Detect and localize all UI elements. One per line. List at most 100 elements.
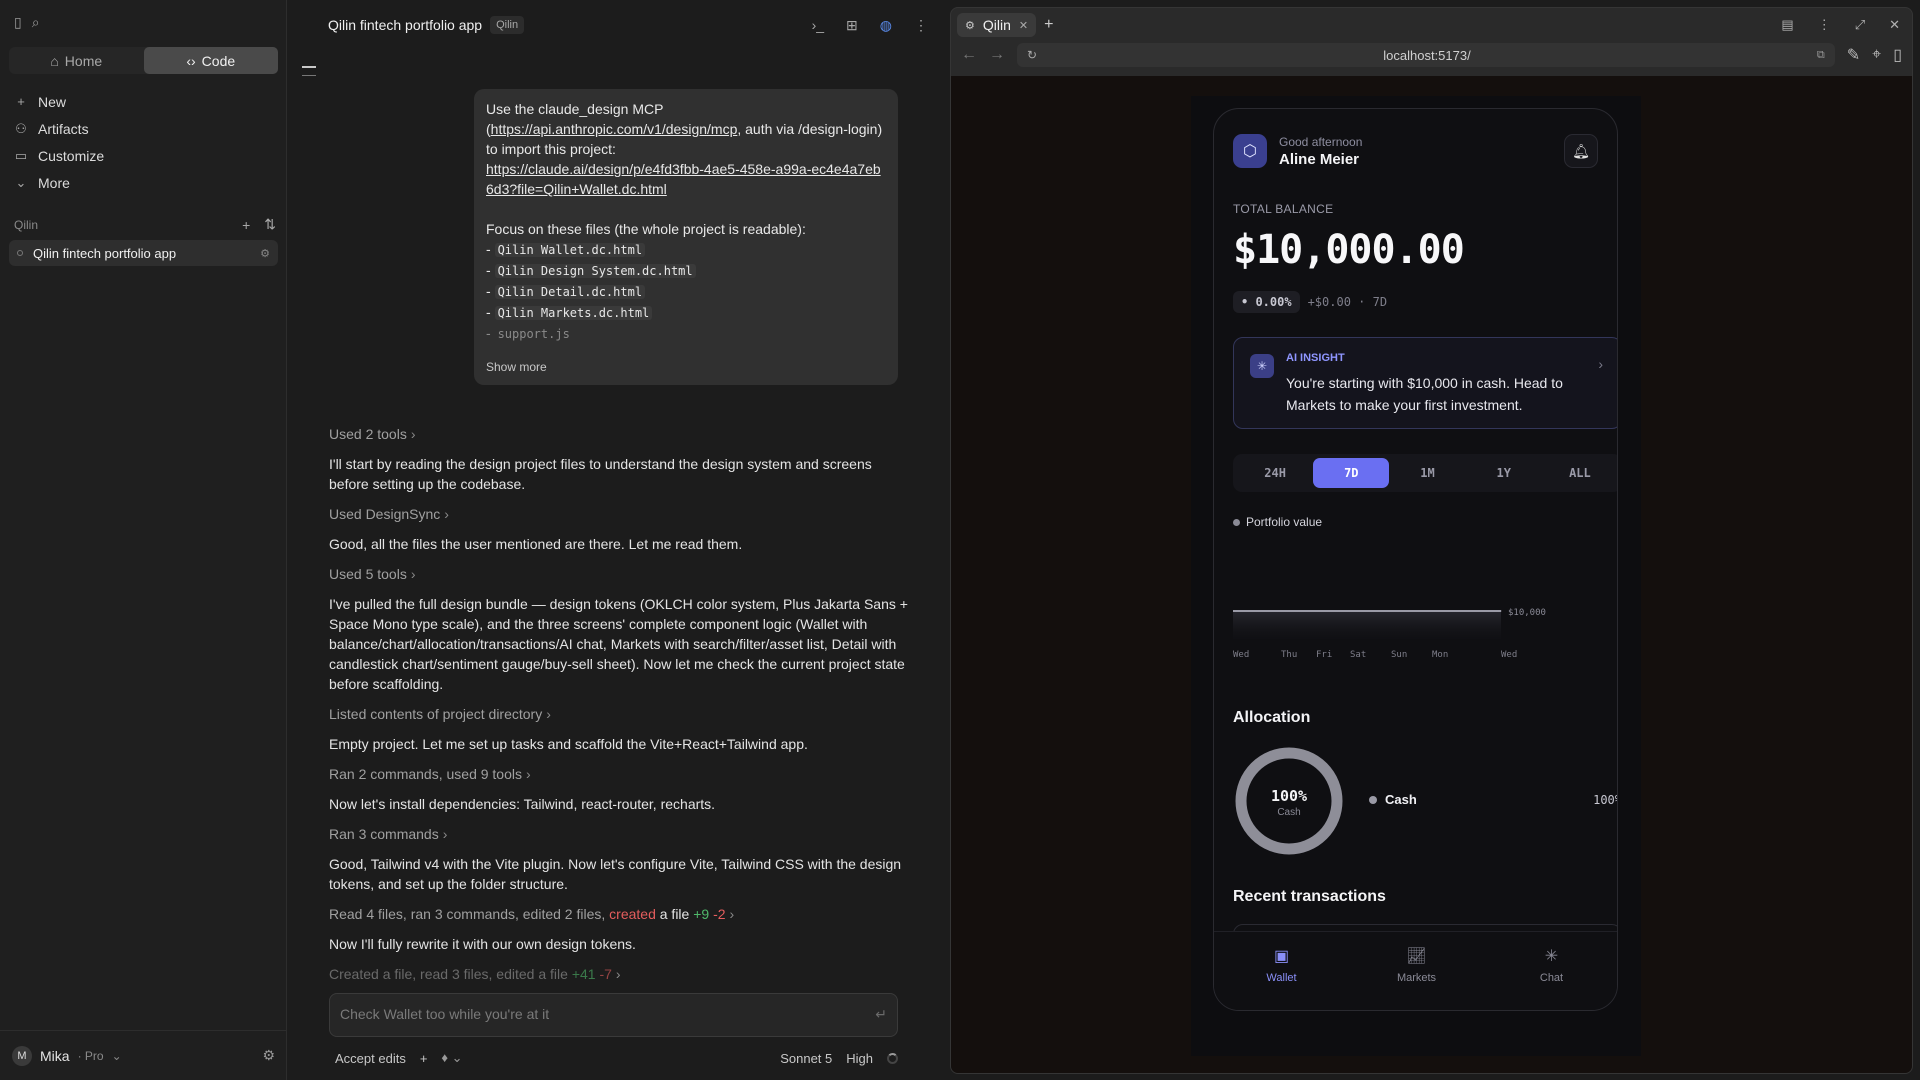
chart-legend: Portfolio value (1233, 515, 1322, 529)
chart-point (1315, 610, 1317, 612)
status-dot-icon (17, 250, 23, 256)
mcp-link[interactable]: https://api.anthropic.com/v1/design/mcp (491, 121, 738, 137)
chevron-right-icon: › (546, 706, 551, 722)
allocation-dot (1369, 795, 1377, 804)
y-tick-label: $10,000 (1508, 608, 1546, 618)
period-all[interactable]: ALL (1542, 458, 1617, 488)
mic-icon[interactable]: ♦ ⌄ (441, 1050, 462, 1066)
sparkle-icon: ✳ (1250, 354, 1274, 378)
plus-icon[interactable]: + (420, 1051, 428, 1066)
code-mode-button[interactable]: ‹› Code (143, 47, 278, 74)
chart-point (1500, 610, 1502, 612)
chart-area (1233, 611, 1501, 639)
reload-icon[interactable]: ↻ (1027, 48, 1037, 62)
browser-viewport: ⬡ Good afternoon Aline Meier 🔔︎ TOTAL BA… (951, 76, 1912, 1073)
close-icon[interactable]: ✕ (1019, 19, 1028, 32)
device-icon[interactable]: ▯ (1893, 45, 1902, 65)
tool-summary[interactable]: Used 2 tools › (329, 424, 909, 444)
chart-point (1431, 610, 1433, 612)
sidebar-item-new[interactable]: + New (14, 88, 274, 115)
address-bar[interactable]: ↻ localhost:5173/ ⧉ (1017, 43, 1835, 67)
project-tag[interactable]: Qilin (490, 16, 525, 34)
message-input[interactable]: Check Wallet too while you're at it ↵ (329, 993, 898, 1037)
mode-switcher: ⌂ Home ‹› Code (9, 47, 278, 74)
tool-summary[interactable]: Ran 2 commands, used 9 tools › (329, 764, 909, 784)
sidebar-item-artifacts[interactable]: ⚇ Artifacts (14, 115, 274, 142)
balance-label: TOTAL BALANCE (1233, 202, 1334, 216)
assistant-message: Now let's install dependencies: Tailwind… (329, 796, 716, 812)
show-more-button[interactable]: Show more (486, 357, 547, 377)
inspect-icon[interactable]: ⌖ (1872, 46, 1881, 64)
expand-icon[interactable]: ⤢ (1855, 17, 1865, 33)
nav-chat[interactable]: ✳ Chat (1484, 932, 1617, 1010)
x-tick-label: Thu (1281, 650, 1297, 660)
design-link[interactable]: https://claude.ai/design/p/e4fd3fbb-4ae5… (486, 159, 886, 199)
more-options-icon[interactable]: ⋮ (914, 17, 928, 34)
nav-markets[interactable]: 📈︎ Markets (1349, 932, 1484, 1010)
globe-icon[interactable]: ◍ (880, 17, 892, 34)
tool-summary[interactable]: Ran 3 commands › (329, 824, 909, 844)
sidebar-toggle-icon[interactable]: ▯ (14, 14, 22, 31)
effort-selector[interactable]: High (846, 1051, 873, 1066)
sidebar-item-customize[interactable]: ▭ Customize (14, 142, 274, 169)
search-icon[interactable]: ⌕ (32, 14, 40, 31)
chevron-right-icon: › (444, 506, 449, 522)
more-options-icon[interactable]: ⋮ (1818, 17, 1831, 33)
period-1m[interactable]: 1M (1389, 458, 1465, 488)
preview-icon[interactable]: ⊞ (846, 17, 858, 34)
accept-edits-button[interactable]: Accept edits (335, 1051, 406, 1066)
sidebar-item-more[interactable]: ⌄ More (14, 169, 274, 196)
period-7d[interactable]: 7D (1313, 458, 1390, 488)
tool-summary[interactable]: Used DesignSync › (329, 504, 909, 524)
page-title: Qilin fintech portfolio app (328, 17, 483, 33)
browser-tab[interactable]: ⚙ Qilin ✕ (957, 13, 1037, 37)
ai-insight-card[interactable]: ✳ AI INSIGHT You're starting with $10,00… (1233, 337, 1617, 429)
terminal-icon[interactable]: ›_ (812, 17, 824, 33)
x-tick-label: Wed (1233, 650, 1249, 660)
home-icon: ⌂ (50, 52, 59, 69)
change-percent-badge: • 0.00% (1233, 291, 1300, 313)
loading-spinner-icon (887, 1052, 898, 1064)
chart-point (1349, 610, 1351, 612)
settings-icon[interactable]: ⚙ (262, 1047, 275, 1064)
new-tab-icon[interactable]: + (1044, 16, 1053, 34)
artifacts-icon: ⚇ (15, 120, 27, 136)
code-icon: ‹› (186, 52, 196, 69)
tool-summary[interactable]: Used 5 tools › (329, 564, 909, 584)
message-list: Used 2 tools › I'll start by reading the … (329, 424, 909, 994)
assistant-message: I'll start by reading the design project… (329, 456, 872, 492)
open-external-icon[interactable]: ⧉ (1817, 49, 1825, 62)
home-mode-button[interactable]: ⌂ Home (9, 47, 144, 74)
settings-icon[interactable]: ⚙ (260, 247, 270, 260)
assistant-message: Good, all the files the user mentioned a… (329, 536, 743, 552)
bell-icon[interactable]: 🔔︎ (1564, 134, 1598, 168)
user-name: Aline Meier (1279, 150, 1360, 168)
tool-summary[interactable]: Listed contents of project directory › (329, 704, 909, 724)
allocation-row: Cash 100% (1369, 792, 1617, 807)
assistant-message: Now I'll fully rewrite it with our own d… (329, 936, 636, 952)
x-tick-label: Fri (1316, 650, 1332, 660)
chat-panel: Qilin fintech portfolio app Qilin ›_ ⊞ ◍… (288, 0, 948, 1080)
edit-summary[interactable]: Created a file, read 3 files, edited a f… (329, 964, 909, 984)
user-plan: · Pro (77, 1048, 104, 1063)
sparkle-icon: ✳ (1544, 948, 1559, 965)
chevron-right-icon: › (615, 966, 621, 982)
assistant-message: I've pulled the full design bundle — des… (329, 596, 908, 692)
edit-summary[interactable]: Read 4 files, ran 3 commands, edited 2 f… (329, 904, 909, 924)
period-1y[interactable]: 1Y (1466, 458, 1542, 488)
filter-icon[interactable]: ⇅ (264, 216, 276, 233)
pen-icon[interactable]: ✎ (1847, 45, 1860, 65)
period-24h[interactable]: 24H (1237, 458, 1313, 488)
nav-wallet[interactable]: ▣ Wallet (1214, 932, 1349, 1010)
user-menu[interactable]: M Mika · Pro ⌄ ⚙ (0, 1030, 287, 1080)
donut-label: Cash (1277, 807, 1301, 818)
model-selector[interactable]: Sonnet 5 (780, 1051, 832, 1066)
add-icon[interactable]: + (242, 217, 250, 233)
forward-icon[interactable]: → (989, 46, 1005, 64)
sidebar-item-project[interactable]: Qilin fintech portfolio app ⚙ (9, 240, 278, 266)
back-icon[interactable]: ← (961, 46, 977, 64)
layout-icon[interactable]: ▤ (1781, 17, 1793, 33)
close-icon[interactable]: ✕ (1889, 17, 1900, 33)
enter-icon[interactable]: ↵ (875, 1006, 887, 1024)
collapse-icon[interactable] (302, 66, 316, 76)
